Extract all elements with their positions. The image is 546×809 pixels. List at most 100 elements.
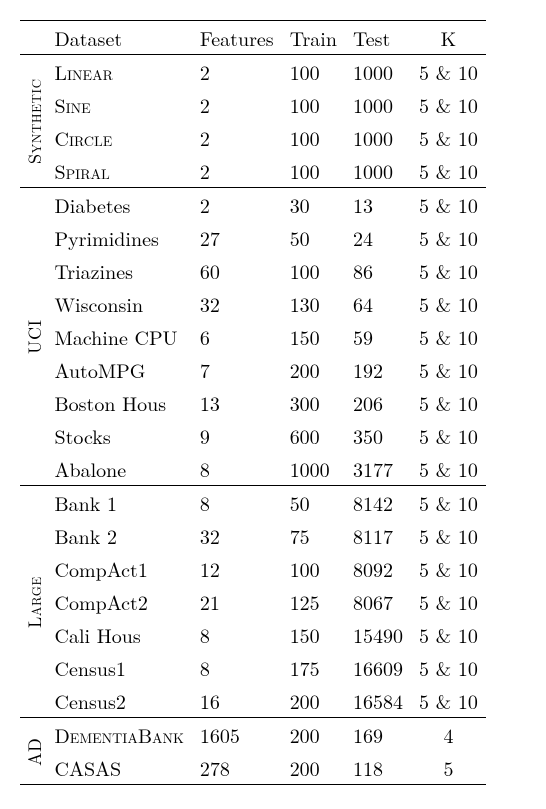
features-cell: 8 xyxy=(192,618,282,651)
k-cell: 5 & 10 xyxy=(411,254,486,287)
table-row: Wisconsin32130645 & 10 xyxy=(20,287,486,320)
header-row: Dataset Features Train Test K xyxy=(20,21,486,55)
train-cell: 200 xyxy=(282,353,345,386)
k-cell: 5 & 10 xyxy=(411,221,486,254)
k-cell: 5 & 10 xyxy=(411,618,486,651)
test-cell: 8117 xyxy=(345,519,411,552)
train-cell: 100 xyxy=(282,121,345,154)
train-cell: 100 xyxy=(282,552,345,585)
features-cell: 2 xyxy=(192,121,282,154)
test-cell: 350 xyxy=(345,419,411,452)
train-cell: 200 xyxy=(282,684,345,718)
train-cell: 150 xyxy=(282,320,345,353)
table-row: Abalone8100031775 & 10 xyxy=(20,452,486,486)
k-cell: 5 & 10 xyxy=(411,188,486,222)
features-cell: 2 xyxy=(192,154,282,188)
table-row: Circle210010005 & 10 xyxy=(20,121,486,154)
dataset-name-cell: Sine xyxy=(47,88,192,121)
test-cell: 15490 xyxy=(345,618,411,651)
col-train-header: Train xyxy=(282,21,345,55)
k-cell: 5 & 10 xyxy=(411,585,486,618)
k-cell: 5 & 10 xyxy=(411,552,486,585)
table-row: CASAS2782001185 xyxy=(20,751,486,785)
k-cell: 4 xyxy=(411,718,486,752)
table-row: Pyrimidines2750245 & 10 xyxy=(20,221,486,254)
k-cell: 5 & 10 xyxy=(411,55,486,89)
test-cell: 16584 xyxy=(345,684,411,718)
table-row: Census216200165845 & 10 xyxy=(20,684,486,718)
features-cell: 2 xyxy=(192,188,282,222)
table-row: ADDementiaBank16052001694 xyxy=(20,718,486,752)
train-cell: 600 xyxy=(282,419,345,452)
train-cell: 100 xyxy=(282,154,345,188)
test-cell: 1000 xyxy=(345,88,411,121)
features-cell: 60 xyxy=(192,254,282,287)
k-cell: 5 & 10 xyxy=(411,684,486,718)
col-k-header: K xyxy=(411,21,486,55)
k-cell: 5 & 10 xyxy=(411,320,486,353)
dataset-name-cell: CASAS xyxy=(47,751,192,785)
k-cell: 5 & 10 xyxy=(411,452,486,486)
dataset-name-cell: Stocks xyxy=(47,419,192,452)
k-cell: 5 & 10 xyxy=(411,419,486,452)
train-cell: 100 xyxy=(282,55,345,89)
train-cell: 50 xyxy=(282,221,345,254)
k-cell: 5 & 10 xyxy=(411,386,486,419)
test-cell: 8067 xyxy=(345,585,411,618)
dataset-name-cell: Pyrimidines xyxy=(47,221,192,254)
features-cell: 13 xyxy=(192,386,282,419)
test-cell: 16609 xyxy=(345,651,411,684)
dataset-table-wrap: Dataset Features Train Test K Synthetic L… xyxy=(20,20,486,785)
train-cell: 150 xyxy=(282,618,345,651)
features-cell: 6 xyxy=(192,320,282,353)
table-row: Census18175166095 & 10 xyxy=(20,651,486,684)
test-cell: 8092 xyxy=(345,552,411,585)
dataset-name-cell: Machine CPU xyxy=(47,320,192,353)
table-row: Bank 2327581175 & 10 xyxy=(20,519,486,552)
table-row: Triazines60100865 & 10 xyxy=(20,254,486,287)
train-cell: 100 xyxy=(282,88,345,121)
features-cell: 16 xyxy=(192,684,282,718)
dataset-name-cell: CompAct1 xyxy=(47,552,192,585)
features-cell: 32 xyxy=(192,519,282,552)
table-row: UCIDiabetes230135 & 10 xyxy=(20,188,486,222)
features-cell: 12 xyxy=(192,552,282,585)
table-row: Sine210010005 & 10 xyxy=(20,88,486,121)
group-label: UCI xyxy=(20,188,47,486)
group-label-spacer xyxy=(20,21,47,55)
group-label: Large xyxy=(20,486,47,718)
train-cell: 130 xyxy=(282,287,345,320)
dataset-name-cell: Diabetes xyxy=(47,188,192,222)
k-cell: 5 & 10 xyxy=(411,88,486,121)
dataset-name-cell: Wisconsin xyxy=(47,287,192,320)
table-row: LargeBank 185081425 & 10 xyxy=(20,486,486,520)
train-cell: 175 xyxy=(282,651,345,684)
k-cell: 5 xyxy=(411,751,486,785)
test-cell: 3177 xyxy=(345,452,411,486)
dataset-name-cell: Cali Hous xyxy=(47,618,192,651)
train-cell: 75 xyxy=(282,519,345,552)
table-row: AutoMPG72001925 & 10 xyxy=(20,353,486,386)
test-cell: 86 xyxy=(345,254,411,287)
table-row: Machine CPU6150595 & 10 xyxy=(20,320,486,353)
test-cell: 206 xyxy=(345,386,411,419)
group-label: Synthetic xyxy=(20,55,47,188)
k-cell: 5 & 10 xyxy=(411,353,486,386)
k-cell: 5 & 10 xyxy=(411,519,486,552)
dataset-name-cell: DementiaBank xyxy=(47,718,192,752)
train-cell: 1000 xyxy=(282,452,345,486)
group-label: AD xyxy=(20,718,47,785)
k-cell: 5 & 10 xyxy=(411,121,486,154)
test-cell: 118 xyxy=(345,751,411,785)
features-cell: 7 xyxy=(192,353,282,386)
dataset-name-cell: Bank 2 xyxy=(47,519,192,552)
dataset-name-cell: CompAct2 xyxy=(47,585,192,618)
features-cell: 1605 xyxy=(192,718,282,752)
test-cell: 59 xyxy=(345,320,411,353)
dataset-name-cell: Bank 1 xyxy=(47,486,192,520)
k-cell: 5 & 10 xyxy=(411,486,486,520)
test-cell: 1000 xyxy=(345,154,411,188)
col-dataset-header: Dataset xyxy=(47,21,192,55)
features-cell: 2 xyxy=(192,88,282,121)
table-row: CompAct11210080925 & 10 xyxy=(20,552,486,585)
